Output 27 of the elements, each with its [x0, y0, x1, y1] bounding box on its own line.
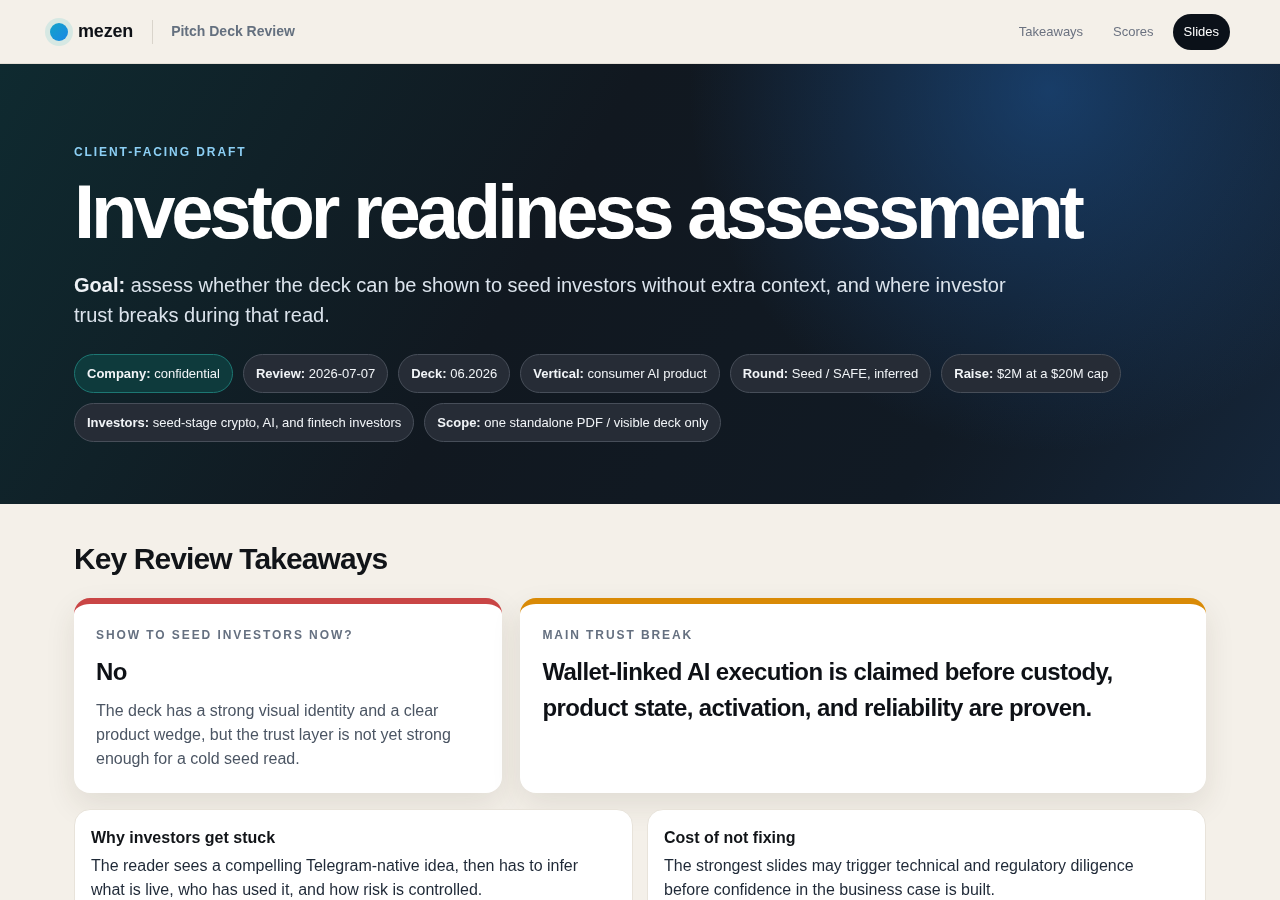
meta-tag: Round: Seed / SAFE, inferred — [729, 354, 932, 393]
verdict-headline: No — [96, 657, 129, 687]
card-eyebrow: SHOW TO SEED INVESTORS NOW? — [96, 627, 355, 643]
detail-text: The strongest slides may trigger technical and regulatory diligence before confidence in the business case is built. — [664, 856, 1135, 900]
verdict-text: The deck has a strong visual identity and a clear product wedge, but the trust layer is not yet strong enough for a cold seed read. — [96, 701, 452, 769]
nav-tab[interactable]: Scores — [1102, 13, 1165, 50]
meta-tag: Scope: one standalone PDF / visible deck only — [424, 403, 722, 442]
logo-icon — [45, 17, 73, 46]
nav-tab[interactable]: Takeaways — [1007, 13, 1095, 50]
nav-tab[interactable]: Slides — [1172, 13, 1230, 50]
meta-tag: Review: 2026-07-07 — [242, 354, 389, 393]
verdict-headline: Wallet-linked AI execution is claimed before custody, product state, activation, and reliability are proven. — [542, 657, 1114, 723]
detail-text: The reader sees a compelling Telegram-native idea, then has to infer what is live, who has used it, and how risk is controlled. — [91, 856, 580, 900]
meta-tag: Raise: $2M at a $20M cap — [941, 354, 1122, 393]
detail-title: Why investors get stuck — [91, 828, 277, 848]
product-name: Pitch Deck Review — [171, 22, 295, 41]
goal-text: Goal: assess whether the deck can be shown to seed investors without extra context, and where investor trust breaks during that read. — [74, 274, 1006, 326]
brand-name: mezen — [78, 20, 134, 43]
page-title: Investor readiness assessment — [74, 174, 1083, 250]
meta-tag: Company: confidential — [74, 354, 233, 393]
meta-tag: Deck: 06.2026 — [398, 354, 511, 393]
detail-title: Cost of not fixing — [664, 828, 797, 848]
meta-tag: Vertical: consumer AI product — [520, 354, 720, 393]
meta-tag: Investors: seed-stage crypto, AI, and fintech investors — [74, 403, 415, 442]
eyebrow-label: CLIENT-FACING DRAFT — [74, 144, 248, 160]
card-eyebrow: MAIN TRUST BREAK — [542, 627, 695, 643]
section-heading: Key Review Takeaways — [74, 541, 389, 577]
